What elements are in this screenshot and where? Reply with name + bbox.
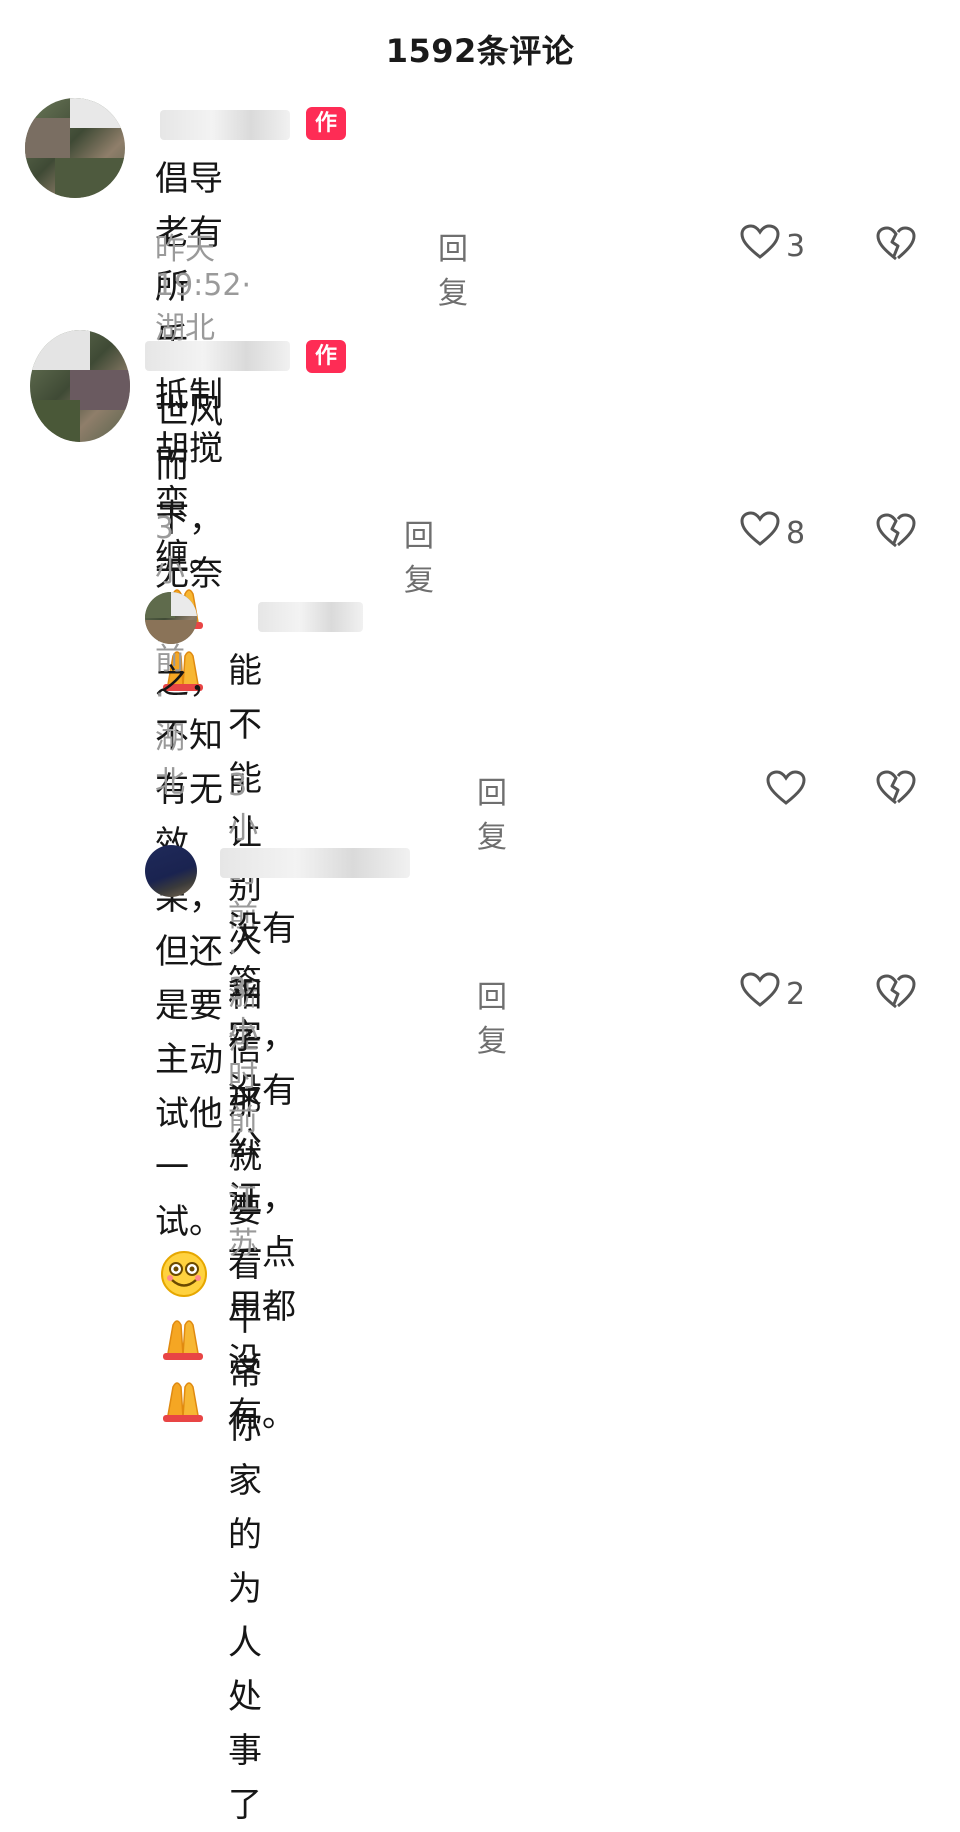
comment-meta: 3小时前·湖北	[155, 511, 185, 800]
author-badge: 作者	[306, 107, 347, 169]
heart-icon	[740, 224, 780, 268]
username[interactable]	[160, 110, 290, 140]
comment-meta: 昨天19:52·湖北	[155, 232, 251, 346]
reply-button[interactable]: 回复	[438, 224, 468, 312]
broken-heart-icon	[876, 513, 916, 548]
like-button[interactable]	[766, 770, 812, 814]
avatar[interactable]	[30, 330, 130, 442]
broken-heart-icon	[876, 770, 916, 805]
broken-heart-icon	[876, 226, 916, 261]
heart-icon	[740, 511, 780, 555]
avatar[interactable]	[145, 592, 197, 644]
dislike-button[interactable]	[876, 974, 916, 1014]
broken-heart-icon	[876, 974, 916, 1009]
like-count: 2	[786, 976, 806, 1012]
heart-icon	[766, 770, 806, 814]
like-button[interactable]: 3	[740, 224, 805, 268]
heart-icon	[740, 972, 780, 1016]
dislike-button[interactable]	[876, 770, 916, 810]
avatar[interactable]	[25, 98, 125, 198]
reply-button[interactable]: 回复	[404, 511, 434, 599]
dislike-button[interactable]	[876, 513, 916, 553]
like-count: 3	[786, 228, 806, 264]
reply-button[interactable]: 回复	[477, 972, 507, 1060]
username[interactable]	[220, 848, 410, 878]
author-badge: 作者	[306, 340, 347, 402]
like-button[interactable]: 2	[740, 972, 805, 1016]
avatar[interactable]	[145, 845, 197, 897]
folded-hands-icon	[159, 1377, 207, 1439]
like-button[interactable]: 8	[740, 511, 805, 555]
dislike-button[interactable]	[876, 226, 916, 266]
comment-text-line: 是要主动试他一试。	[155, 986, 223, 1242]
reply-button[interactable]: 回复	[477, 768, 507, 856]
comment-meta: 3小时前·江苏	[228, 972, 258, 1261]
folded-hands-icon	[159, 1315, 207, 1377]
smiley-icon	[159, 1249, 209, 1315]
username[interactable]	[145, 341, 290, 371]
comment-count-title: 1592条评论	[385, 32, 575, 70]
comment-text-line: 为人处事了	[228, 1569, 262, 1825]
like-count: 8	[786, 515, 806, 551]
username[interactable]	[258, 602, 363, 632]
